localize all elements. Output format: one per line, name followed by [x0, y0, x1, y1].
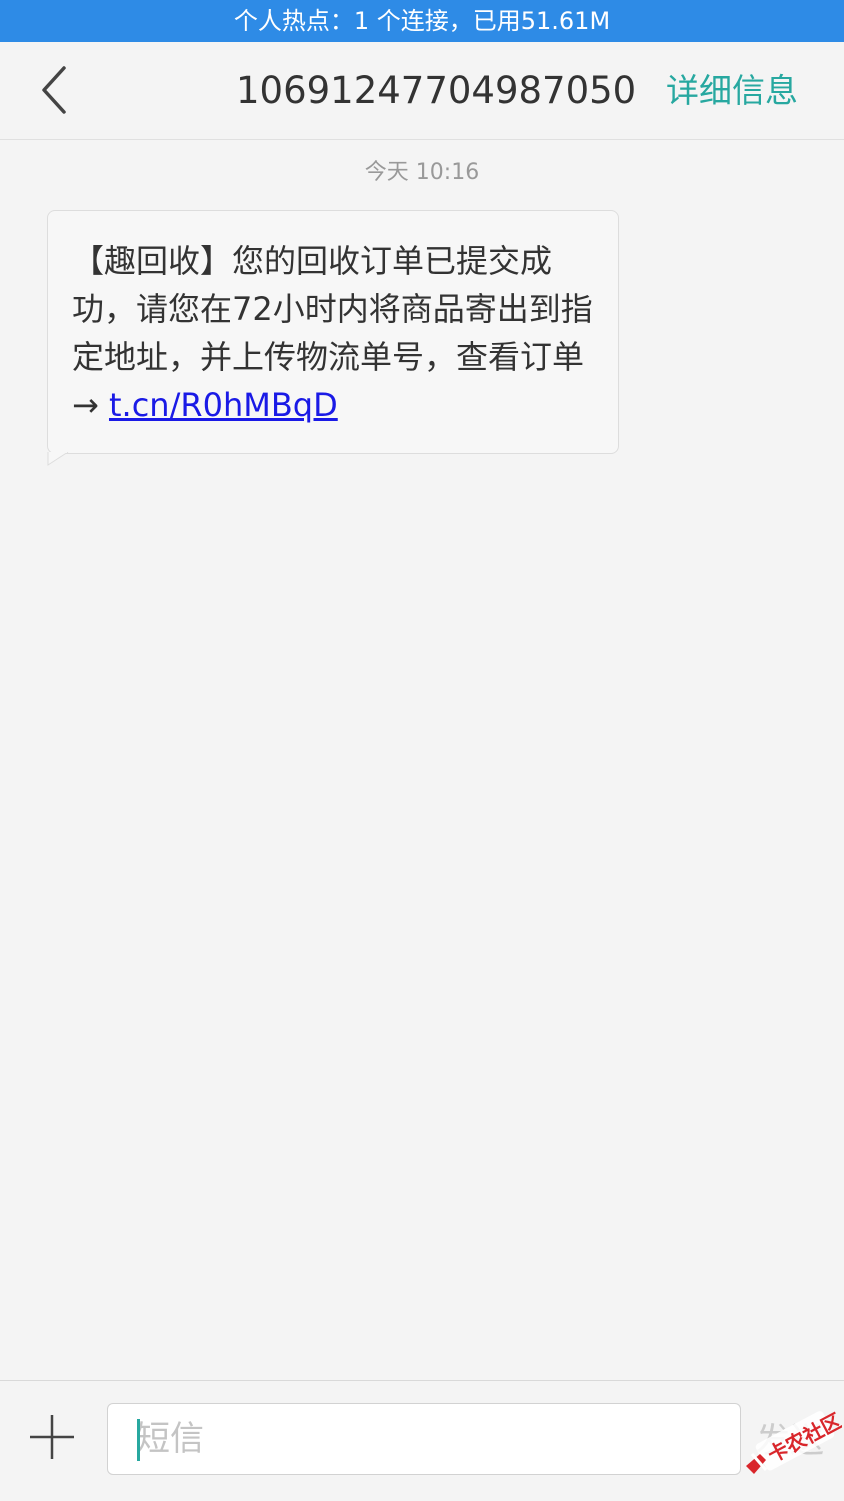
kanong-logo-icon: 卡农社区: [746, 1408, 842, 1474]
add-attachment-button[interactable]: [26, 1411, 78, 1463]
details-button[interactable]: 详细信息: [666, 42, 798, 140]
hotspot-status-text: 个人热点：1 个连接，已用51.61M: [233, 7, 611, 35]
message-composer: 发送: [0, 1380, 844, 1500]
order-link[interactable]: t.cn/R0hMBqD: [109, 386, 338, 424]
text-caret: [137, 1419, 140, 1461]
back-button[interactable]: [22, 60, 82, 120]
incoming-message-bubble: 【趣回收】您的回收订单已提交成功，请您在72小时内将商品寄出到指定地址，并上传物…: [47, 210, 619, 454]
chevron-left-icon: [42, 66, 66, 114]
conversation-header: 10691247704987050 详细信息: [0, 42, 844, 140]
sms-input[interactable]: [107, 1403, 741, 1475]
status-bar: 个人热点：1 个连接，已用51.61M: [0, 0, 844, 42]
contact-number: 10691247704987050: [236, 69, 637, 112]
bubble-tail: [47, 452, 69, 466]
plus-icon: [30, 1415, 74, 1459]
message-timestamp: 今天 10:16: [364, 160, 480, 185]
